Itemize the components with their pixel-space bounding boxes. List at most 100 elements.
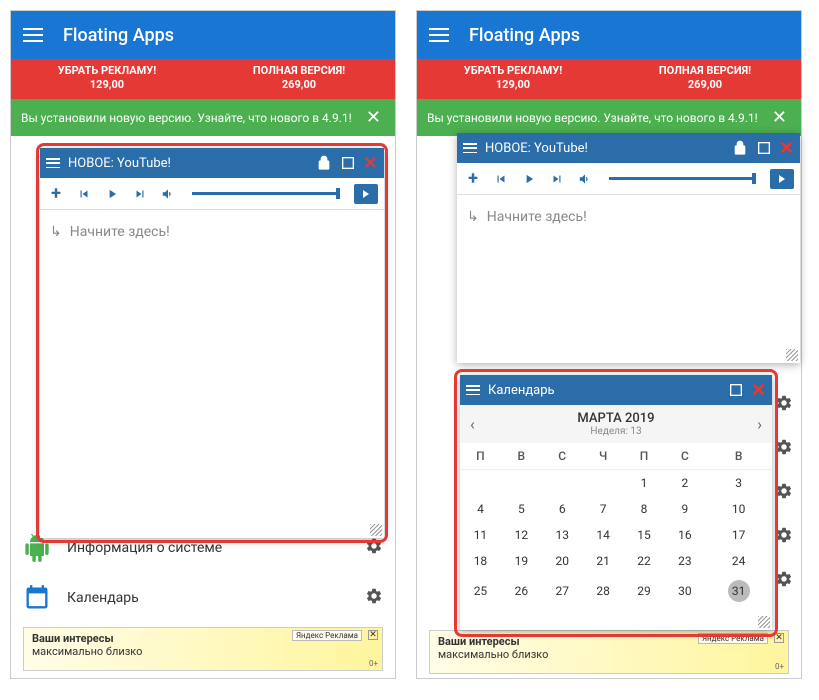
calendar-day-header: Ч — [583, 443, 624, 470]
window-title: НОВОЕ: YouTube! — [68, 156, 309, 171]
calendar-cell[interactable]: 5 — [501, 496, 542, 522]
promo-remove-ads[interactable]: УБРАТЬ РЕКЛАМУ!129,00 — [11, 59, 203, 99]
volume-slider[interactable] — [609, 177, 756, 180]
calendar-cell[interactable]: 18 — [460, 548, 501, 574]
start-prompt[interactable]: ↳ Начните здесь! — [457, 195, 800, 239]
update-banner[interactable]: Вы установили новую версию. Узнайте, что… — [417, 99, 801, 136]
calendar-cell[interactable]: 10 — [705, 496, 772, 522]
calendar-cell[interactable]: 7 — [583, 496, 624, 522]
calendar-cell[interactable]: 1 — [624, 470, 665, 497]
ad-line2: максимально близко — [438, 648, 780, 661]
gear-icon[interactable] — [365, 587, 383, 609]
resize-handle[interactable] — [786, 349, 798, 361]
ad-close-icon[interactable]: ✕ — [368, 630, 378, 640]
prev-icon[interactable] — [491, 169, 511, 189]
window-titlebar[interactable]: НОВОЕ: YouTube! ✕ — [40, 148, 384, 178]
cast-icon[interactable] — [354, 184, 378, 204]
calendar-cell[interactable]: 16 — [664, 522, 705, 548]
calendar-cell[interactable]: 9 — [664, 496, 705, 522]
cast-icon[interactable] — [770, 169, 794, 189]
menu-icon[interactable] — [429, 28, 449, 42]
calendar-cell[interactable]: 6 — [542, 496, 583, 522]
calendar-cell[interactable]: 11 — [460, 522, 501, 548]
calendar-header: ‹ МАРТА 2019 Неделя: 13 › — [460, 405, 772, 443]
promo-full-version[interactable]: ПОЛНАЯ ВЕРСИЯ!269,00 — [203, 59, 395, 99]
close-icon[interactable]: ✕ — [363, 153, 378, 174]
redo-icon: ↳ — [467, 209, 479, 225]
promo-bar[interactable]: УБРАТЬ РЕКЛАМУ!129,00 ПОЛНАЯ ВЕРСИЯ!269,… — [11, 59, 395, 99]
play-icon[interactable] — [519, 169, 539, 189]
calendar-cell: . — [542, 470, 583, 497]
calendar-cell[interactable]: 24 — [705, 548, 772, 574]
calendar-cell[interactable]: 20 — [542, 548, 583, 574]
list-item-calendar[interactable]: Календарь — [11, 573, 395, 623]
play-icon[interactable] — [102, 184, 122, 204]
list-label: Информация о системе — [67, 540, 222, 556]
calendar-cell[interactable]: 8 — [624, 496, 665, 522]
calendar-cell[interactable]: 12 — [501, 522, 542, 548]
promo-full-version[interactable]: ПОЛНАЯ ВЕРСИЯ!269,00 — [609, 59, 801, 99]
ad-age: 0+ — [775, 662, 784, 671]
menu-icon[interactable] — [46, 158, 60, 168]
floating-youtube-window[interactable]: НОВОЕ: YouTube! ✕ + ↳ Начните здесь! — [457, 133, 800, 363]
calendar-cell[interactable]: 21 — [583, 548, 624, 574]
menu-icon[interactable] — [466, 385, 480, 395]
calendar-day-header: С — [542, 443, 583, 470]
volume-icon[interactable] — [575, 169, 595, 189]
calendar-cell[interactable]: 25 — [460, 574, 501, 608]
maximize-icon[interactable] — [339, 154, 357, 172]
calendar-cell[interactable]: 4 — [460, 496, 501, 522]
resize-handle[interactable] — [370, 524, 382, 536]
prev-month-button[interactable]: ‹ — [460, 415, 485, 434]
close-icon[interactable]: ✕ — [768, 107, 791, 128]
calendar-cell[interactable]: 29 — [624, 574, 665, 608]
close-icon[interactable]: ✕ — [362, 107, 385, 128]
close-icon[interactable]: ✕ — [779, 138, 794, 159]
maximize-icon[interactable] — [727, 381, 745, 399]
window-titlebar[interactable]: НОВОЕ: YouTube! ✕ — [457, 133, 800, 163]
ad-label: Яндекс Реклама — [698, 633, 768, 644]
maximize-icon[interactable] — [755, 139, 773, 157]
next-month-button[interactable]: › — [747, 415, 772, 434]
app-title: Floating Apps — [63, 25, 174, 46]
promo-bar[interactable]: УБРАТЬ РЕКЛАМУ!129,00 ПОЛНАЯ ВЕРСИЯ!269,… — [417, 59, 801, 99]
window-titlebar[interactable]: Календарь ✕ — [460, 375, 772, 405]
add-button[interactable]: + — [46, 184, 66, 204]
menu-icon[interactable] — [463, 143, 477, 153]
prev-icon[interactable] — [74, 184, 94, 204]
ad-banner[interactable]: Ваши интересы максимально близко Яндекс … — [23, 627, 383, 671]
next-icon[interactable] — [547, 169, 567, 189]
calendar-cell[interactable]: 23 — [664, 548, 705, 574]
calendar-cell[interactable]: 27 — [542, 574, 583, 608]
close-icon[interactable]: ✕ — [751, 380, 766, 401]
lock-icon[interactable] — [731, 139, 749, 157]
floating-youtube-window[interactable]: НОВОЕ: YouTube! ✕ + ↳ Начните здесь! — [40, 148, 384, 538]
calendar-cell[interactable]: 26 — [501, 574, 542, 608]
promo-remove-ads[interactable]: УБРАТЬ РЕКЛАМУ!129,00 — [417, 59, 609, 99]
calendar-cell[interactable]: 3 — [705, 470, 772, 497]
resize-handle[interactable] — [758, 616, 770, 628]
calendar-cell[interactable]: 22 — [624, 548, 665, 574]
volume-slider[interactable] — [192, 192, 340, 195]
ad-banner[interactable]: Ваши интересы максимально близко Яндекс … — [429, 630, 789, 674]
start-prompt[interactable]: ↳ Начните здесь! — [40, 210, 384, 254]
calendar-cell[interactable]: 28 — [583, 574, 624, 608]
calendar-cell[interactable]: 30 — [664, 574, 705, 608]
calendar-cell[interactable]: 17 — [705, 522, 772, 548]
calendar-cell[interactable]: 31 — [705, 574, 772, 608]
calendar-cell[interactable]: 13 — [542, 522, 583, 548]
calendar-cell[interactable]: 2 — [664, 470, 705, 497]
lock-icon[interactable] — [315, 154, 333, 172]
update-banner[interactable]: Вы установили новую версию. Узнайте, что… — [11, 99, 395, 136]
menu-icon[interactable] — [23, 28, 43, 42]
add-button[interactable]: + — [463, 169, 483, 189]
floating-calendar-window[interactable]: Календарь ✕ ‹ МАРТА 2019 Неделя: 13 › ПВ… — [460, 375, 772, 630]
calendar-cell[interactable]: 14 — [583, 522, 624, 548]
calendar-cell[interactable]: 19 — [501, 548, 542, 574]
gear-icon[interactable] — [365, 537, 383, 559]
app-topbar: Floating Apps — [417, 11, 801, 59]
next-icon[interactable] — [130, 184, 150, 204]
volume-icon[interactable] — [158, 184, 178, 204]
ad-close-icon[interactable]: ✕ — [774, 633, 784, 643]
calendar-cell[interactable]: 15 — [624, 522, 665, 548]
